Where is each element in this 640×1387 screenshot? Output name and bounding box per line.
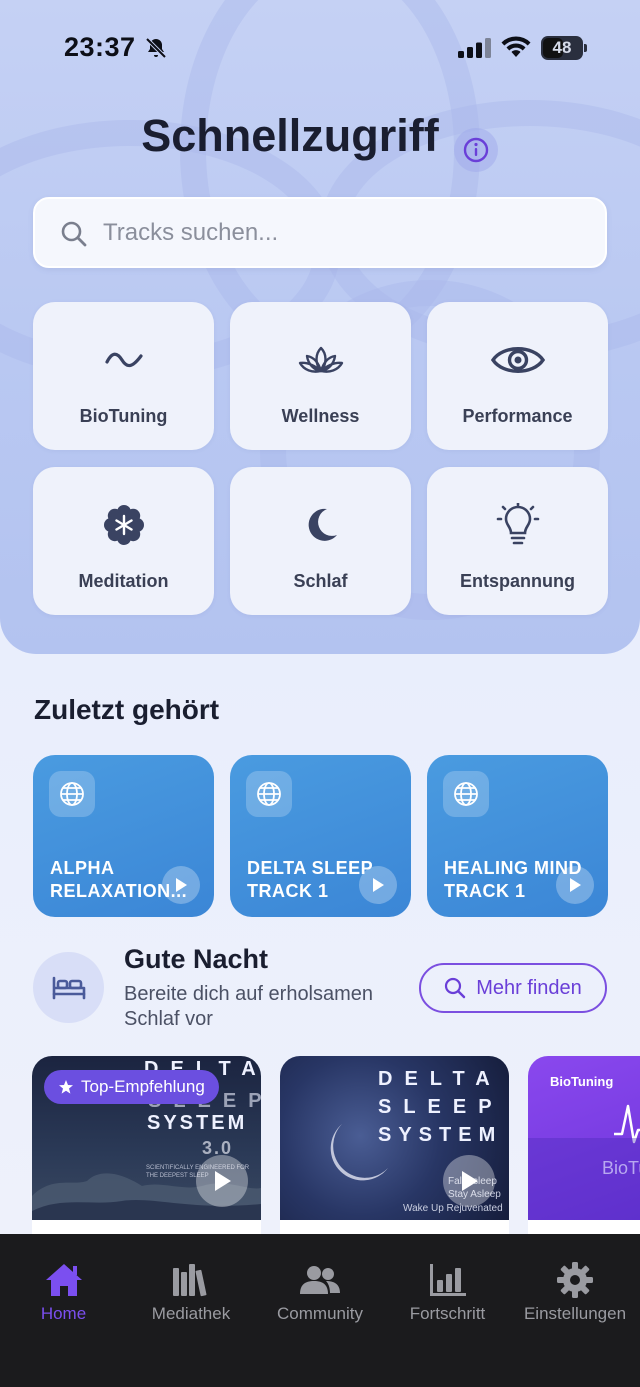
tab-einstellungen[interactable]: Einstellungen xyxy=(510,1234,640,1334)
category-label: Meditation xyxy=(78,571,169,591)
category-label: Wellness xyxy=(281,406,360,426)
info-icon xyxy=(463,137,489,163)
moon-icon xyxy=(308,508,337,541)
tab-label: Einstellungen xyxy=(523,1304,627,1323)
search-icon xyxy=(61,221,87,247)
play-button[interactable] xyxy=(162,866,200,904)
card-title-line: DELTA xyxy=(378,1068,502,1090)
play-icon xyxy=(570,878,581,892)
battery-level: 48 xyxy=(552,38,572,57)
recent-track-card[interactable]: DELTA SLEEP TRACK 1 xyxy=(230,755,411,917)
category-tile-meditation[interactable]: Meditation xyxy=(33,467,214,615)
lotus-icon xyxy=(298,346,343,373)
play-button[interactable] xyxy=(196,1155,248,1207)
play-icon xyxy=(462,1171,478,1191)
card-tag-line: Wake Up Rejuvenated xyxy=(403,1203,503,1214)
play-button[interactable] xyxy=(556,866,594,904)
signal-icon xyxy=(458,38,491,58)
sleep-card[interactable]: DELTA SLEEP SYSTEM Fall Asleep Stay Asle… xyxy=(280,1056,509,1234)
search-bar[interactable] xyxy=(33,197,607,268)
card-title-line: SYSTEM xyxy=(378,1124,503,1146)
play-icon xyxy=(373,878,384,892)
category-tile-performance[interactable]: Performance xyxy=(427,302,608,450)
more-button[interactable]: Mehr finden xyxy=(419,963,607,1013)
badge-label: Top-Empfehlung xyxy=(81,1077,205,1096)
recent-section-title: Zuletzt gehört xyxy=(34,694,220,725)
wave-icon xyxy=(104,352,143,368)
search-icon xyxy=(445,977,466,999)
tab-label: Mediathek xyxy=(151,1304,231,1323)
tab-label: Home xyxy=(40,1304,87,1323)
eye-icon xyxy=(490,347,545,373)
wifi-icon xyxy=(501,36,531,57)
card-title-line: SYSTEM xyxy=(147,1112,248,1134)
good-night-title: Gute Nacht xyxy=(124,944,269,974)
category-tile-biotuning[interactable]: BioTuning xyxy=(33,302,214,450)
tab-bar: Home Mediathek Community Fortschritt Ein… xyxy=(0,1234,640,1387)
category-label: Schlaf xyxy=(293,571,348,591)
play-button[interactable] xyxy=(443,1155,495,1207)
asterisk-flower-icon xyxy=(103,505,144,545)
tab-label: Fortschritt xyxy=(409,1304,486,1323)
search-input[interactable] xyxy=(103,213,583,253)
play-button[interactable] xyxy=(359,866,397,904)
bed-icon-badge xyxy=(33,952,104,1023)
category-tile-entspannung[interactable]: Entspannung xyxy=(427,467,608,615)
status-bar: 23:37 48 xyxy=(0,0,640,96)
category-label: Entspannung xyxy=(460,571,575,591)
battery-indicator: 48 xyxy=(541,36,587,60)
bed-icon xyxy=(52,976,85,999)
home-icon xyxy=(45,1264,82,1296)
play-icon xyxy=(215,1171,231,1191)
globe-icon xyxy=(454,782,478,806)
category-label: Performance xyxy=(462,406,573,426)
category-label: BioTuning xyxy=(79,406,168,426)
card-title-line: SLEEP xyxy=(378,1096,504,1118)
bell-muted-icon xyxy=(145,37,167,59)
biotuning-card[interactable]: BioTuning BioTu xyxy=(528,1056,640,1234)
more-button-label: Mehr finden xyxy=(476,976,582,999)
card-sublabel: BioTu xyxy=(602,1158,640,1178)
tab-label: Community xyxy=(277,1304,363,1323)
recent-track-card[interactable]: HEALING MIND TRACK 1 xyxy=(427,755,608,917)
recent-track-card[interactable]: ALPHA RELAXATION... xyxy=(33,755,214,917)
category-tile-schlaf[interactable]: Schlaf xyxy=(230,467,411,615)
chart-icon xyxy=(429,1264,466,1296)
people-icon xyxy=(300,1266,340,1294)
tab-fortschritt[interactable]: Fortschritt xyxy=(385,1234,510,1334)
globe-icon xyxy=(257,782,281,806)
good-night-subtitle: Bereite dich auf erholsamen Schlaf vor xyxy=(124,983,374,1030)
globe-icon xyxy=(60,782,84,806)
play-icon xyxy=(176,878,187,892)
library-icon xyxy=(173,1264,207,1297)
tab-mediathek[interactable]: Mediathek xyxy=(127,1234,255,1334)
card-label: BioTuning xyxy=(550,1074,614,1089)
gear-icon xyxy=(557,1262,593,1298)
top-recommendation-badge: Top-Empfehlung xyxy=(44,1070,219,1104)
crescent-moon-image xyxy=(330,1124,388,1181)
status-time: 23:37 xyxy=(64,32,136,62)
star-icon xyxy=(59,1080,73,1094)
lightbulb-icon xyxy=(496,503,539,545)
category-tile-wellness[interactable]: Wellness xyxy=(230,302,411,450)
tab-community[interactable]: Community xyxy=(255,1234,385,1334)
tab-home[interactable]: Home xyxy=(0,1234,127,1334)
info-button[interactable] xyxy=(454,128,498,172)
